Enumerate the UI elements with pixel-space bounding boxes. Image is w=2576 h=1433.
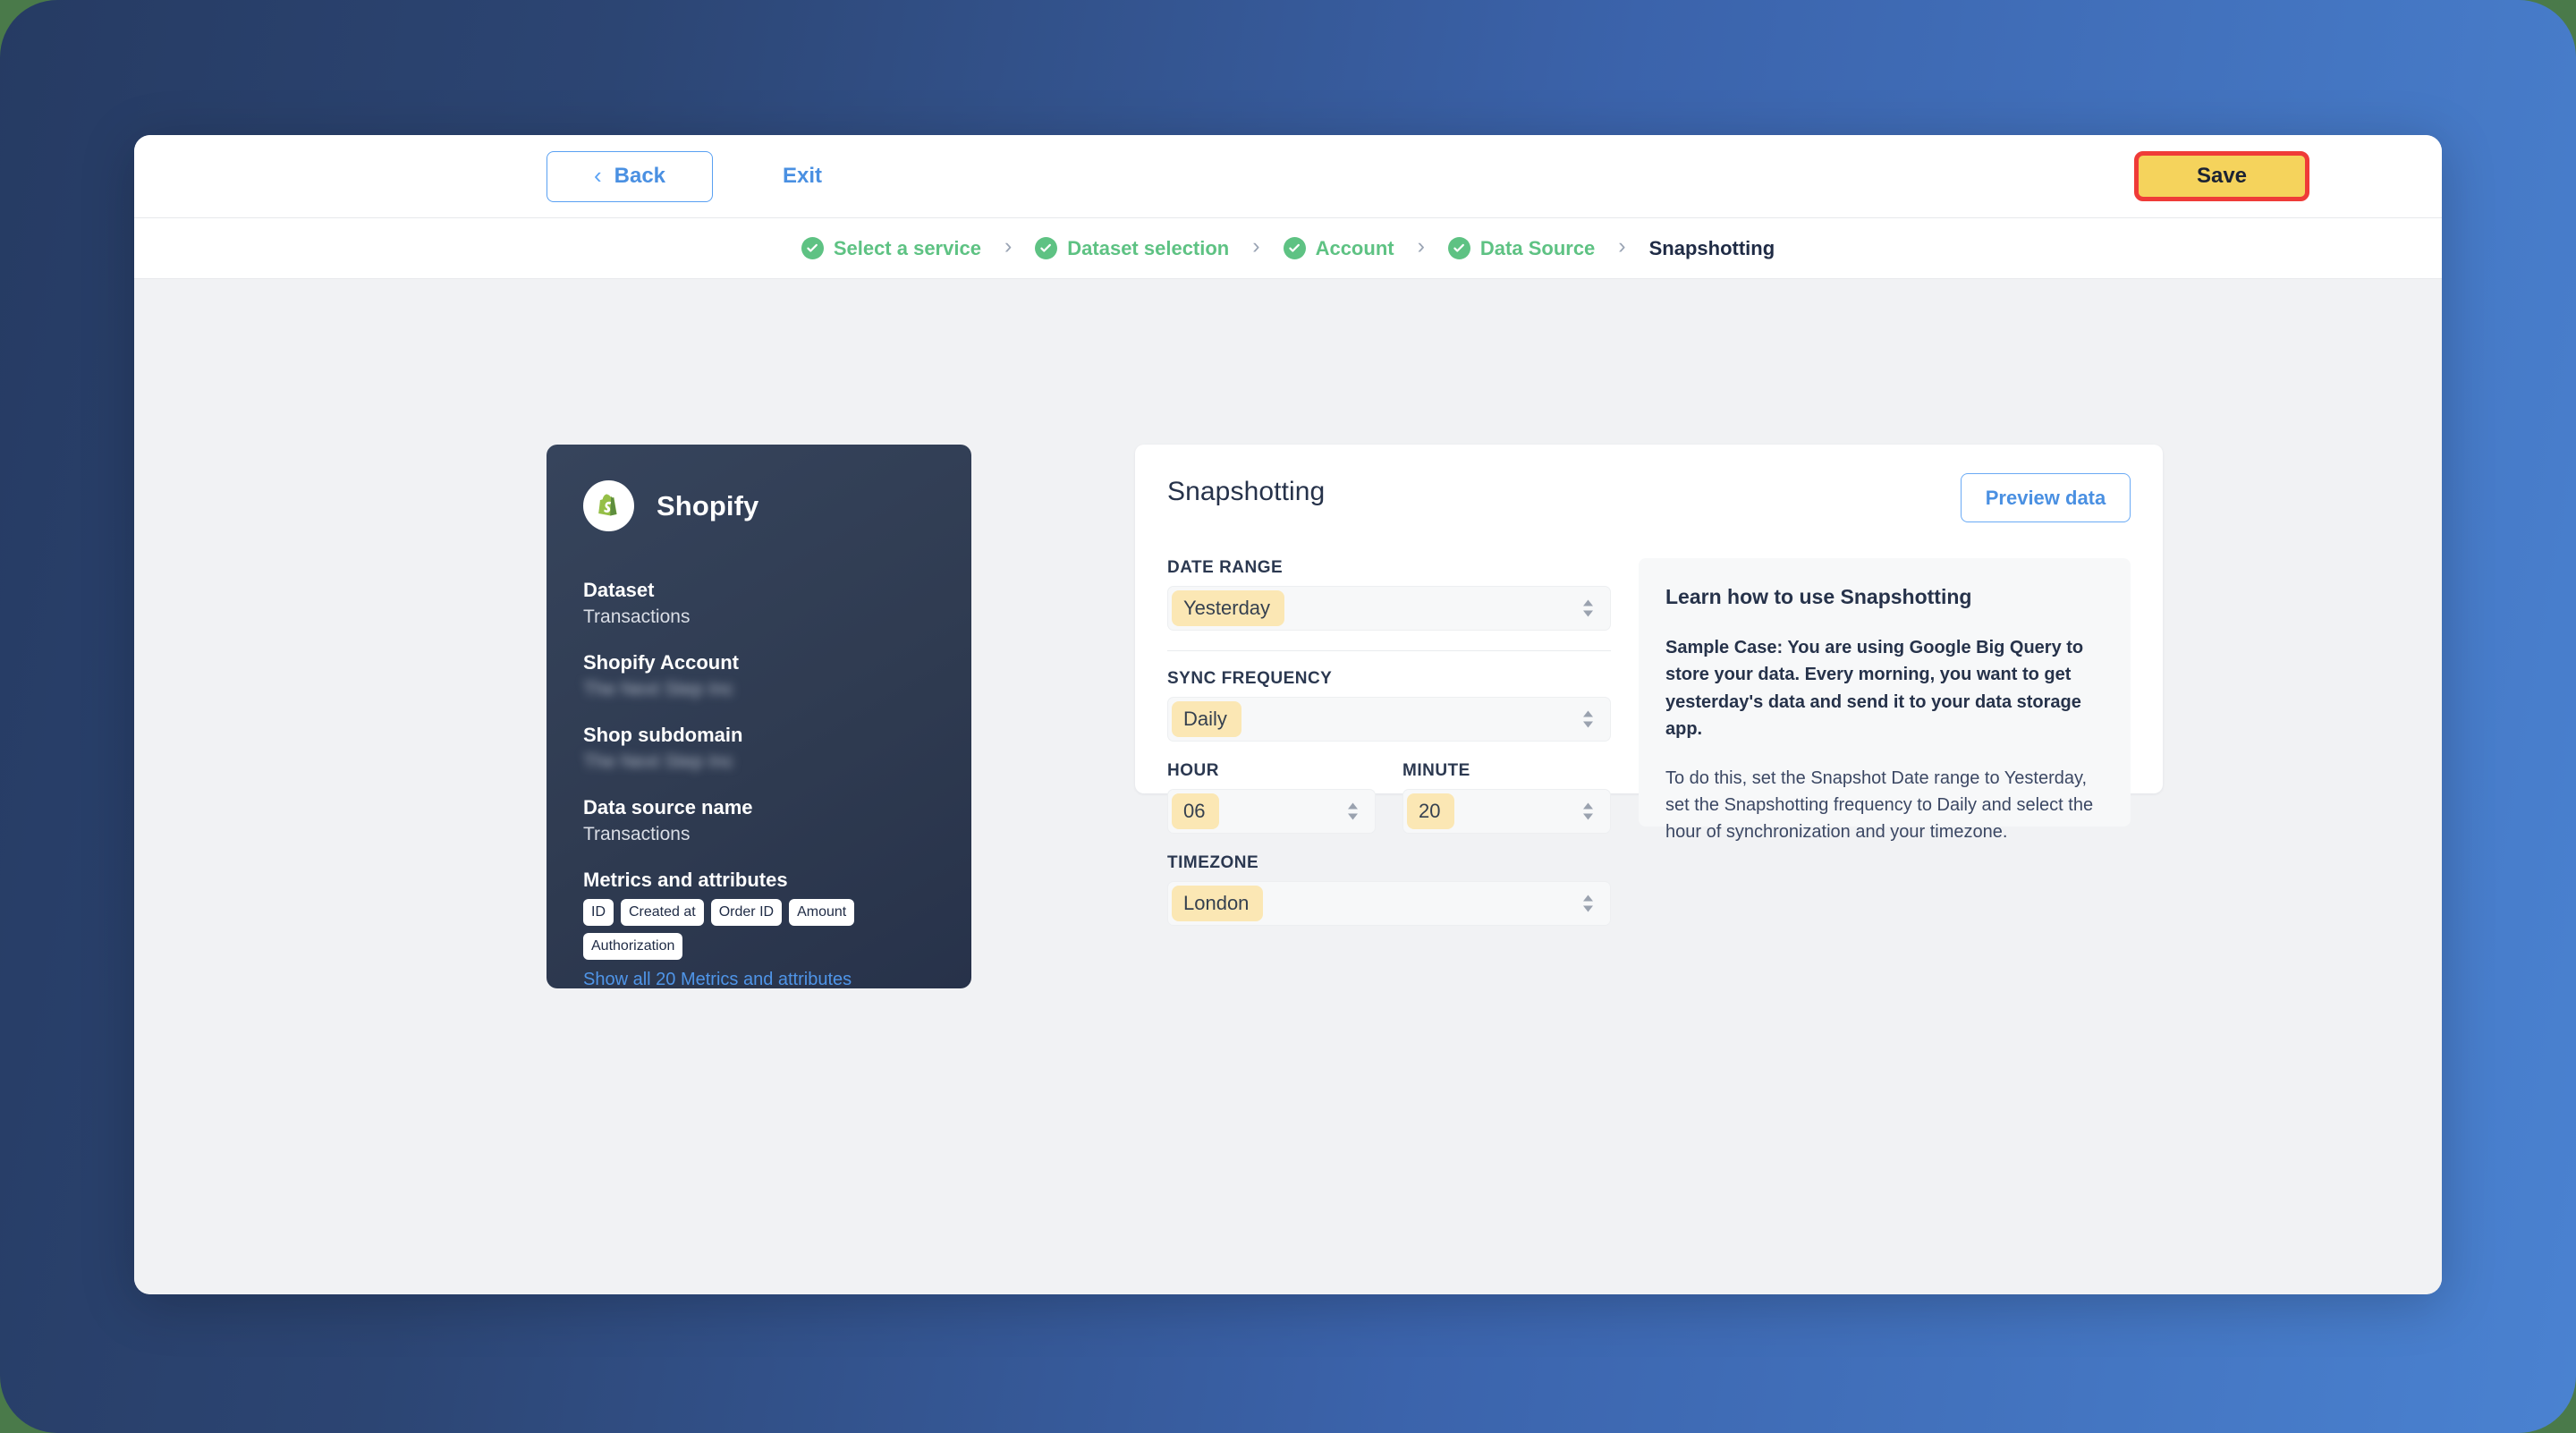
step-data-source[interactable]: Data Source (1447, 236, 1596, 260)
sidebar-field-data-source-name: Data source name Transactions (583, 796, 935, 845)
exit-button[interactable]: Exit (783, 164, 822, 189)
help-paragraph-2: To do this, set the Snapshot Date range … (1665, 767, 2094, 843)
step-separator-icon: › (1004, 233, 1013, 259)
step-separator-icon: › (1252, 233, 1260, 259)
field-sync-frequency: SYNC FREQUENCY Daily (1167, 650, 1611, 742)
updown-chevron-icon (1582, 895, 1594, 912)
brand-name: Shopify (657, 489, 759, 521)
selected-value: 20 (1407, 793, 1455, 829)
field-timezone: TIMEZONE London (1167, 853, 1611, 926)
field-label: Data source name (583, 796, 753, 818)
field-label: MINUTE (1402, 761, 1470, 780)
field-value: Transactions (583, 606, 691, 627)
metric-tag: ID (583, 899, 614, 926)
metric-tag: Order ID (710, 899, 783, 926)
updown-chevron-icon (1347, 802, 1359, 820)
field-label: Dataset (583, 579, 655, 601)
sidebar-field-shop-subdomain: Shop subdomain The Next Step Inc (583, 724, 935, 773)
sidebar-field-metrics: Metrics and attributes ID Created at Ord… (583, 869, 935, 988)
show-all-metrics-link[interactable]: Show all 20 Metrics and attributes (583, 970, 852, 988)
field-hour: HOUR 06 (1167, 761, 1376, 834)
step-label: Snapshotting (1648, 236, 1775, 259)
field-value-redacted: The Next Step Inc (583, 751, 734, 772)
sidebar-field-shopify-account: Shopify Account The Next Step Inc (583, 651, 935, 700)
step-label: Data Source (1479, 236, 1596, 259)
page-body: Shopify Dataset Transactions Shopify Acc… (134, 279, 2442, 1294)
field-label: TIMEZONE (1167, 853, 1259, 872)
timezone-select[interactable]: London (1167, 881, 1611, 926)
step-label: Select a service (833, 236, 981, 259)
chevron-left-icon: ‹ (593, 162, 602, 189)
metric-tag: Amount (789, 899, 855, 926)
back-button-label: Back (614, 164, 666, 188)
snapshotting-card: Snapshotting Preview data DATE RANGE Yes… (1135, 445, 2163, 926)
save-button-wrapper: Save (2134, 151, 2309, 201)
page-title: Snapshotting (1167, 477, 1326, 506)
save-button[interactable]: Save (2134, 151, 2309, 201)
app-window: ‹ Back Exit Save Select a service › Data… (134, 135, 2442, 1294)
metric-tag: Authorization (583, 933, 683, 960)
field-label: Shopify Account (583, 651, 739, 674)
field-label: SYNC FREQUENCY (1167, 669, 1333, 688)
preview-data-button[interactable]: Preview data (1961, 473, 2131, 522)
minute-select[interactable]: 20 (1402, 789, 1611, 834)
selected-value: Daily (1172, 701, 1241, 737)
field-date-range: DATE RANGE Yesterday (1167, 558, 1611, 631)
shopify-logo-icon (583, 480, 634, 531)
updown-chevron-icon (1582, 710, 1594, 728)
field-label: HOUR (1167, 761, 1219, 780)
field-value-redacted: The Next Step Inc (583, 679, 734, 700)
metric-tag: Created at (621, 899, 704, 926)
selected-value: Yesterday (1172, 590, 1285, 626)
step-select-a-service[interactable]: Select a service (801, 237, 981, 260)
metrics-tag-list: ID Created at Order ID Amount Authorizat… (583, 899, 860, 960)
updown-chevron-icon (1582, 599, 1594, 617)
updown-chevron-icon (1582, 802, 1594, 820)
selected-value: London (1172, 886, 1264, 921)
check-circle-icon (1283, 237, 1306, 259)
help-paragraph-1: Sample Case: You are using Google Big Qu… (1665, 638, 2084, 740)
breadcrumb-stepper: Select a service › Dataset selection › A… (134, 218, 2442, 279)
card-header: Snapshotting Preview data (1167, 473, 2131, 522)
step-dataset-selection[interactable]: Dataset selection (1035, 237, 1229, 260)
step-label: Account (1315, 236, 1394, 259)
sync-frequency-select[interactable]: Daily (1167, 697, 1611, 742)
step-separator-icon: › (1417, 233, 1425, 259)
step-separator-icon: › (1618, 233, 1626, 259)
summary-sidebar: Shopify Dataset Transactions Shopify Acc… (547, 445, 971, 988)
info-column: Learn how to use Snapshotting Sample Cas… (1639, 558, 2131, 842)
field-label: DATE RANGE (1167, 558, 1284, 577)
card-columns: DATE RANGE Yesterday SYNC FREQUENCY Dail… (1167, 558, 2131, 926)
sidebar-field-dataset: Dataset Transactions (583, 579, 935, 628)
step-snapshotting: Snapshotting (1649, 237, 1775, 260)
selected-value: 06 (1172, 793, 1220, 829)
field-minute: MINUTE 20 (1402, 761, 1611, 834)
field-label: Metrics and attributes (583, 869, 788, 891)
help-panel-title: Learn how to use Snapshotting (1665, 585, 1972, 608)
top-toolbar: ‹ Back Exit Save (134, 135, 2442, 218)
check-circle-icon (1035, 237, 1058, 259)
help-panel: Learn how to use Snapshotting Sample Cas… (1639, 558, 2131, 842)
step-label: Dataset selection (1067, 236, 1230, 259)
check-circle-icon (1447, 237, 1470, 259)
hour-minute-row: HOUR 06 MINUTE 20 (1167, 761, 1611, 834)
settings-form: DATE RANGE Yesterday SYNC FREQUENCY Dail… (1167, 558, 1611, 926)
hour-select[interactable]: 06 (1167, 789, 1376, 834)
date-range-select[interactable]: Yesterday (1167, 586, 1611, 631)
brand-row: Shopify (583, 480, 935, 531)
field-label: Shop subdomain (583, 724, 743, 746)
back-button[interactable]: ‹ Back (547, 150, 713, 202)
field-value: Transactions (583, 824, 691, 844)
check-circle-icon (801, 237, 824, 259)
step-account[interactable]: Account (1283, 236, 1394, 260)
